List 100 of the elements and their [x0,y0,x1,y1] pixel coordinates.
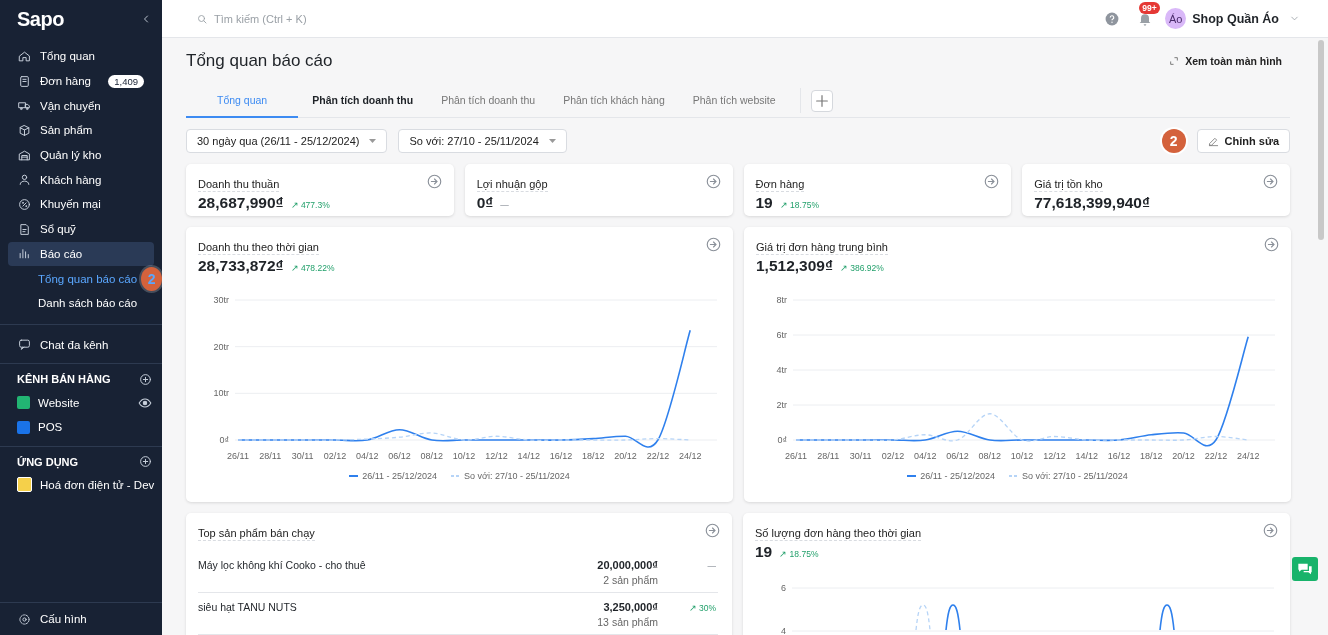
sidebar-label: Sản phẩm [40,124,93,137]
sidebar-label[interactable]: Cấu hình [40,613,87,625]
axis-tick-label: 20/12 [1172,451,1195,461]
date-range-dropdown[interactable]: So với: 27/10 - 25/11/2024 [398,129,567,153]
change-value: ↗ 477.3% [290,200,330,210]
chart-title: Số lượng đơn hàng theo thời gian [755,527,921,541]
sidebar-subitem[interactable]: Danh sách báo cáo [38,297,138,310]
add-icon [139,372,152,386]
edit-button[interactable]: Chỉnh sửa [1196,129,1290,153]
step-marker: 2 [141,266,162,291]
change-value: ↗ 386.92% [839,263,884,273]
card-title: Top sản phẩm bán chạy [198,527,315,541]
sidebar-label: Báo cáo [40,247,83,260]
axis-tick-label: 02/12 [323,451,347,461]
section-heading: ỨNG DỤNG [17,455,79,468]
sidebar-item[interactable]: Báo cáo [8,241,154,267]
person-icon [18,173,31,187]
axis-tick-label: 0₫ [777,435,787,445]
product-revenue: 3,250,000₫ [602,601,658,613]
axis-tick-label: 10tr [213,388,229,399]
axis-tick-label: 06/12 [946,451,969,461]
tab[interactable]: Phân tích website [678,84,790,118]
metric-value: 19 [755,194,773,212]
legend-label: So với: 27/10 - 25/11/2024 [464,471,570,481]
chart-title: Doanh thu theo thời gian [198,241,319,255]
product-quantity: 2 sản phẩm [602,574,658,586]
change-value: — [500,200,509,210]
chat-icon [18,338,31,352]
chart-title: Giá trị đơn hàng trung bình [756,241,888,255]
truck-icon [18,99,31,113]
metric-value: 0₫ [476,194,494,212]
help-icon[interactable] [1105,11,1120,26]
axis-tick-label: 2tr [776,400,787,410]
scrollbar[interactable] [1318,40,1324,240]
arrow-circle-icon[interactable] [984,174,1000,189]
date-range-dropdown[interactable]: 30 ngày qua (26/11 - 25/12/2024) [186,129,388,153]
arrow-circle-icon[interactable] [1263,523,1278,538]
step-marker: 2 [1161,129,1186,153]
caret-icon [548,139,556,143]
axis-tick-label: 24/12 [1236,451,1260,461]
arrow-circle-icon[interactable] [705,174,721,189]
sidebar-item[interactable]: Khuyến mại [8,192,154,217]
axis-tick-label: 4 [781,626,786,635]
arrow-circle-icon[interactable] [706,237,721,252]
metric-value: 1,512,309₫ [756,257,833,275]
tab[interactable]: Phân tích khách hàng [549,84,679,118]
sidebar-item[interactable]: Khách hàng [8,167,154,193]
axis-tick-label: 08/12 [978,451,1002,461]
arrow-circle-icon[interactable] [705,523,720,538]
tab[interactable]: Phân tích doanh thu [298,84,428,118]
channel-item[interactable]: POS [38,421,63,434]
axis-tick-label: 18/12 [1140,451,1163,461]
product-name[interactable]: siêu hạt TANU NUTS [198,601,598,628]
sidebar-subitem[interactable]: Tổng quan báo cáo [38,272,138,285]
metric-label: Lợi nhuận gộp [476,178,548,192]
expand-icon [1169,56,1180,66]
axis-tick-label: 18/12 [582,451,605,461]
arrow-circle-icon[interactable] [426,174,442,189]
axis-tick-label: 4tr [776,365,787,375]
notification-badge: 99+ [1139,1,1160,14]
axis-tick-label: 02/12 [881,451,905,461]
arrow-circle-icon[interactable] [1263,174,1278,189]
logo[interactable]: Sapo [17,7,64,31]
chat-button[interactable] [1292,557,1318,581]
sidebar-item[interactable]: Chat đa kênh [8,332,154,358]
search-icon [196,12,208,25]
percent-icon [18,197,31,211]
channel-item[interactable]: Website [38,396,80,409]
tab[interactable]: Phân tích doanh thu [427,84,550,118]
metric-label: Doanh thu thuần [198,178,280,192]
sidebar-item[interactable]: Đơn hàng 1,409 [8,68,154,94]
channel-item[interactable]: Hoá đơn điện tử - Dev [40,478,155,491]
axis-tick-label: 0₫ [219,435,229,445]
pencil-icon [1207,135,1219,147]
change-value: ↗ 18.75% [779,200,819,210]
product-name[interactable]: Máy lọc không khí Cooko - cho thuê [198,559,598,586]
sidebar-item[interactable]: Quản lý kho [8,142,154,168]
axis-tick-label: 30/11 [291,451,314,461]
app-icon [17,477,32,493]
axis-tick-label: 10/12 [1010,451,1034,461]
avatar[interactable]: Áo [1165,8,1187,29]
add-tab-button[interactable] [810,89,833,112]
sidebar-item[interactable]: Vận chuyển [8,93,154,119]
change-value: ↗ 478.22% [290,263,335,273]
sidebar-item[interactable]: Sản phẩm [8,118,154,143]
sidebar-label: Chat đa kênh [40,338,109,351]
bar-chart-icon [18,247,31,261]
arrow-circle-icon[interactable] [1264,237,1279,252]
shop-name[interactable]: Shop Quần Áo [1192,11,1279,26]
page-title: Tổng quan báo cáo [186,51,333,71]
sidebar-label: Tổng quan [40,50,95,63]
axis-tick-label: 30/11 [849,451,872,461]
sidebar-label: Khuyến mại [40,198,101,211]
axis-tick-label: 8tr [776,295,787,305]
sidebar-label: Khách hàng [40,173,102,186]
axis-tick-label: 04/12 [355,451,379,461]
sidebar-item[interactable]: Tổng quan [8,44,154,69]
sidebar-item[interactable]: Sổ quỹ [8,216,154,242]
axis-tick-label: 28/11 [817,451,840,461]
section-heading: KÊNH BÁN HÀNG [17,373,111,386]
